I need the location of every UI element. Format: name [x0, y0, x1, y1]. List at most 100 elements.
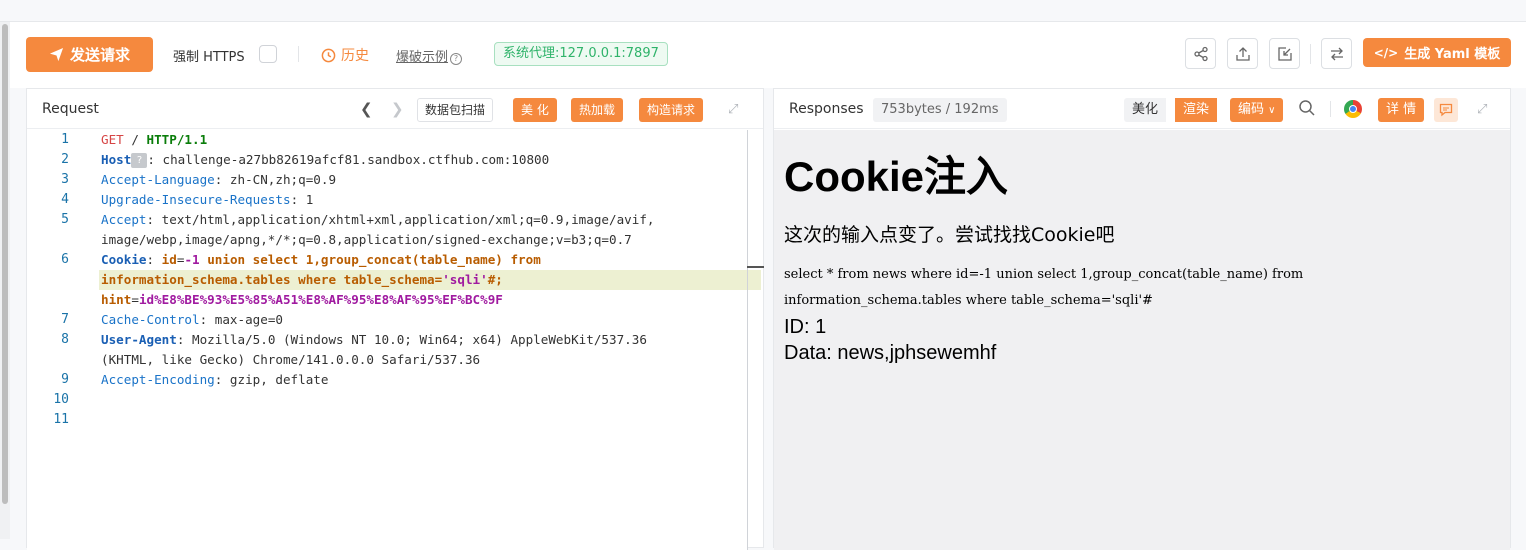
line-numbers: 1 2 3 4 5 6 7 8 9 10 11: [27, 130, 77, 430]
help-icon: ?: [450, 52, 463, 65]
divider: [1330, 101, 1331, 117]
header-name: Accept-Language: [101, 172, 215, 187]
line-number: 11: [53, 412, 69, 427]
line-number: 1: [61, 132, 69, 147]
code-line[interactable]: information_schema.tables where table_sc…: [99, 270, 761, 290]
expand-icon[interactable]: ⤢: [728, 102, 738, 117]
line-number: [27, 290, 77, 310]
cookie-number: -1: [184, 252, 200, 267]
generate-yaml-button[interactable]: </> 生成 Yaml 模板: [1363, 38, 1511, 67]
response-size-badge: 753bytes / 192ms: [873, 98, 1007, 122]
line-number: 10: [53, 392, 69, 407]
main-toolbar: 发送请求 强制 HTTPS 历史 爆破示例? 系统代理:127.0.0.1:78…: [10, 22, 1526, 88]
cookie-tail: #;: [487, 272, 503, 287]
code-line[interactable]: Accept-Encoding: gzip, deflate: [101, 370, 747, 390]
brute-force-example-link[interactable]: 爆破示例?: [396, 46, 463, 65]
line-number: 6: [61, 252, 69, 267]
swap-button[interactable]: [1321, 38, 1352, 69]
page-subtitle: 这次的输入点变了。尝试找找Cookie吧: [784, 224, 1115, 246]
response-title: Responses: [789, 101, 864, 117]
chevron-right-icon[interactable]: ❯: [391, 100, 404, 118]
search-icon[interactable]: [1298, 99, 1316, 121]
expand-icon[interactable]: ⤢: [1477, 102, 1487, 117]
code-line[interactable]: image/webp,image/apng,*/*;q=0.8,applicat…: [101, 230, 747, 250]
help-badge-icon: ?: [131, 153, 148, 168]
overview-cursor: [747, 266, 764, 268]
request-path: /: [123, 132, 147, 147]
code-line[interactable]: Host?: challenge-a27bb82619afcf81.sandbo…: [101, 150, 747, 170]
header-sep: :: [146, 252, 162, 267]
details-button[interactable]: 详 情: [1378, 98, 1425, 122]
response-beautify-button[interactable]: 美化: [1124, 98, 1167, 122]
export-button[interactable]: [1227, 38, 1258, 69]
divider: [298, 46, 299, 62]
header-name: Host: [101, 152, 132, 167]
line-number: 8: [61, 332, 69, 347]
send-request-button[interactable]: 发送请求: [26, 37, 153, 72]
header-value: : zh-CN,zh;q=0.9: [214, 172, 337, 187]
system-proxy-badge[interactable]: 系统代理:127.0.0.1:7897: [494, 42, 668, 66]
code-line-empty[interactable]: [101, 410, 747, 430]
request-header: Request ❮ ❯ 数据包扫描 美 化 热加载 构造请求 ⤢: [27, 89, 763, 129]
code-line[interactable]: GET / HTTP/1.1: [101, 130, 747, 150]
build-request-button[interactable]: 构造请求: [639, 98, 704, 122]
hot-load-button[interactable]: 热加载: [571, 98, 624, 122]
code-line[interactable]: hint=id%E8%BE%93%E5%85%A51%E8%AF%95%E8%A…: [101, 290, 747, 310]
window-top-strip: [0, 0, 1526, 22]
code-icon: </>: [1373, 45, 1399, 60]
encoding-label: 编码: [1238, 102, 1265, 117]
divider: [1310, 44, 1311, 64]
header-name: Accept-Encoding: [101, 372, 215, 387]
request-title: Request: [42, 101, 99, 117]
cookie-sql: union select 1,group_concat(table_name) …: [199, 252, 541, 267]
hint-key: hint: [101, 292, 132, 307]
header-value: : text/html,application/xhtml+xml,applic…: [146, 212, 655, 227]
upload-icon: [1235, 46, 1250, 61]
force-https-label: 强制 HTTPS: [173, 50, 245, 65]
code-line[interactable]: User-Agent: Mozilla/5.0 (Windows NT 10.0…: [101, 330, 747, 350]
beautify-button[interactable]: 美 化: [513, 98, 557, 122]
code-line[interactable]: Upgrade-Insecure-Requests: 1: [101, 190, 747, 210]
code-line[interactable]: (KHTML, like Gecko) Chrome/141.0.0.0 Saf…: [101, 350, 747, 370]
code-lines: GET / HTTP/1.1 Host?: challenge-a27bb8261…: [99, 130, 761, 430]
history-button[interactable]: 历史: [321, 45, 369, 65]
request-editor[interactable]: 1 2 3 4 5 6 7 8 9 10 11 GET / HTTP/1.1 Host?: chall…: [27, 130, 764, 550]
chrome-browser-icon[interactable]: [1344, 100, 1362, 118]
history-label: 历史: [341, 48, 369, 64]
code-line[interactable]: Accept-Language: zh-CN,zh;q=0.9: [101, 170, 747, 190]
swap-icon: [1330, 47, 1343, 60]
line-number: 2: [61, 152, 69, 167]
cookie-sql: information_schema.tables where table_sc…: [101, 272, 443, 287]
example-label: 爆破示例: [396, 50, 449, 65]
header-value: (KHTML, like Gecko) Chrome/141.0.0.0 Saf…: [101, 352, 481, 367]
code-line[interactable]: Accept: text/html,application/xhtml+xml,…: [101, 210, 747, 230]
rendered-response: Cookie注入 这次的输入点变了。尝试找找Cookie吧 select * f…: [774, 130, 1510, 550]
line-number: [27, 230, 77, 250]
left-scrollbar[interactable]: [0, 22, 10, 539]
code-line-empty[interactable]: [101, 390, 747, 410]
request-panel: Request ❮ ❯ 数据包扫描 美 化 热加载 构造请求 ⤢ 1 2 3 4 5 6 7…: [26, 88, 764, 550]
header-name: Cookie: [101, 252, 147, 267]
code-line[interactable]: Cookie: id=-1 union select 1,group_conca…: [101, 250, 747, 270]
line-number: 9: [61, 372, 69, 387]
code-line[interactable]: Cache-Control: max-age=0: [101, 310, 747, 330]
send-request-label: 发送请求: [69, 46, 130, 64]
line-number: 7: [61, 312, 69, 327]
send-icon: [49, 47, 64, 62]
packet-scan-button[interactable]: 数据包扫描: [417, 98, 494, 122]
editor-ruler: [747, 130, 748, 550]
force-https-checkbox[interactable]: [259, 45, 277, 63]
header-value: : max-age=0: [199, 312, 283, 327]
line-number: 3: [61, 172, 69, 187]
comment-button[interactable]: [1434, 98, 1458, 122]
import-button[interactable]: [1269, 38, 1300, 69]
share-button[interactable]: [1185, 38, 1216, 69]
encoding-dropdown[interactable]: 编码 ∨: [1230, 98, 1284, 122]
sql-query-line-1: select * from news where id=-1 union sel…: [784, 267, 1304, 282]
scrollbar-thumb[interactable]: [2, 24, 8, 504]
render-button[interactable]: 渲染: [1175, 98, 1218, 122]
comment-icon: [1439, 103, 1453, 117]
clock-icon: [321, 48, 336, 62]
chevron-left-icon[interactable]: ❮: [360, 100, 373, 118]
import-icon: [1277, 46, 1292, 61]
